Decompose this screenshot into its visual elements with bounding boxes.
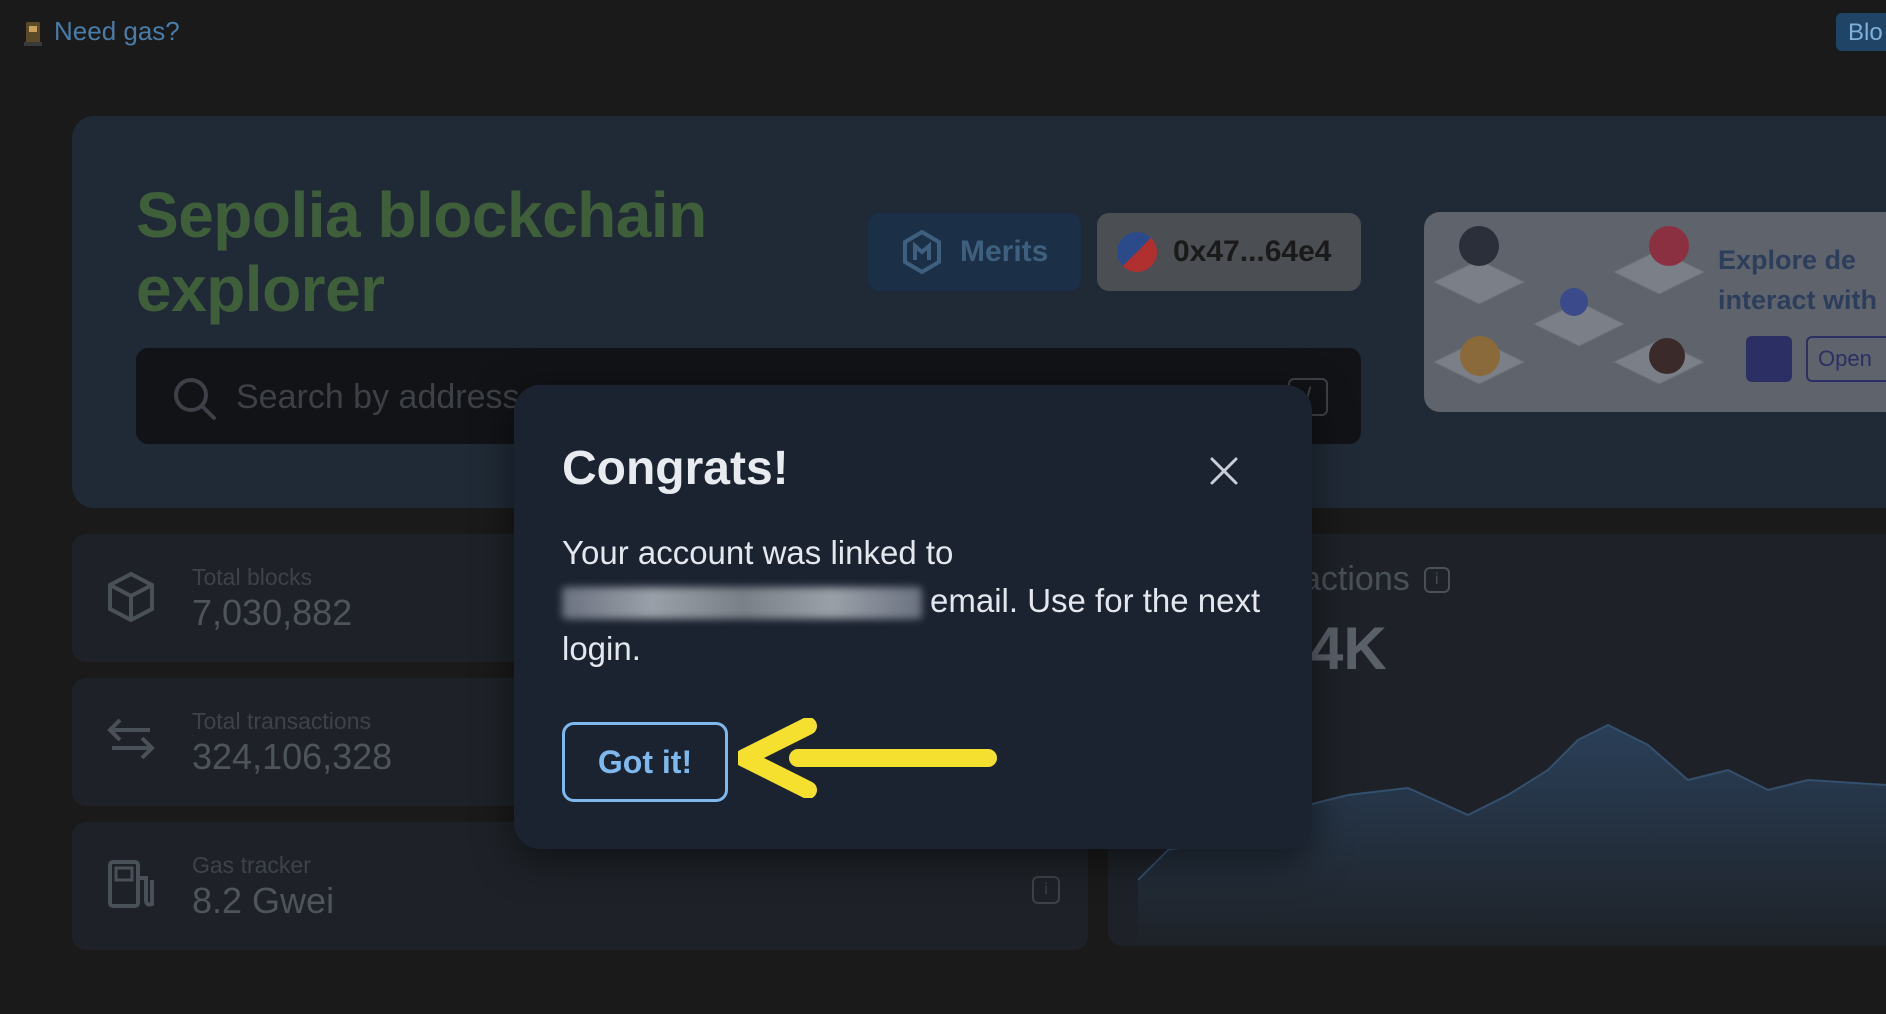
close-icon[interactable] xyxy=(1204,451,1244,491)
pointer-arrow-icon xyxy=(738,718,997,798)
got-it-button[interactable]: Got it! xyxy=(562,722,728,802)
modal-message-start: Your account was linked to xyxy=(562,534,954,571)
redacted-email xyxy=(562,587,922,620)
modal-message: Your account was linked to email. Use fo… xyxy=(562,529,1262,673)
modal-title: Congrats! xyxy=(562,442,789,495)
